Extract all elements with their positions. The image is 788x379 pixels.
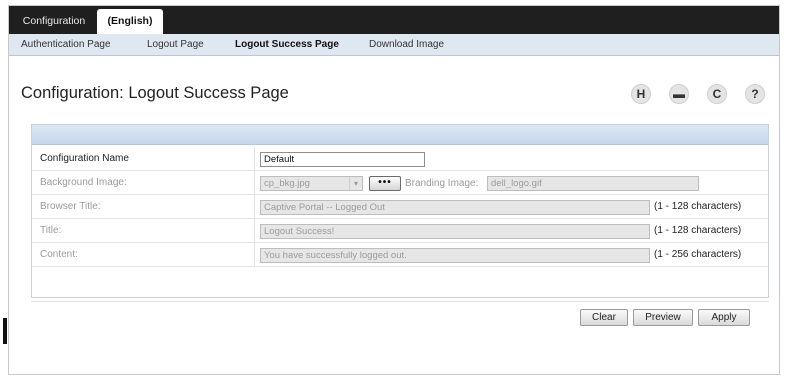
row-browser-title: Browser Title: Captive Portal -- Logged … <box>32 195 768 219</box>
tab-english[interactable]: (English) <box>97 9 163 34</box>
save-icon[interactable]: H <box>631 84 651 104</box>
background-image-label: Background Image: <box>40 177 127 188</box>
content-hint: (1 - 256 characters) <box>654 249 742 260</box>
page-title: Configuration: Logout Success Page <box>21 84 289 102</box>
row-background-image: Background Image: cp_bkg.jpg ▾ ••• Brand… <box>32 171 768 195</box>
left-edge-marker <box>3 318 7 344</box>
column-divider <box>254 219 255 242</box>
browser-title-label: Browser Title: <box>40 201 101 212</box>
content-input[interactable]: You have successfully logged out. <box>260 248 650 263</box>
column-divider <box>254 171 255 194</box>
divider <box>31 301 769 302</box>
content-label: Content: <box>40 249 78 260</box>
refresh-icon[interactable]: C <box>707 84 727 104</box>
row-content: Content: You have successfully logged ou… <box>32 243 768 267</box>
column-divider <box>254 243 255 266</box>
top-tab-bar: Configuration (English) <box>9 6 779 34</box>
config-panel: Configuration Name Default Background Im… <box>31 124 769 298</box>
chevron-down-icon: ▾ <box>349 177 362 190</box>
browse-button[interactable]: ••• <box>369 176 401 191</box>
browser-title-hint: (1 - 128 characters) <box>654 201 742 212</box>
apply-button[interactable]: Apply <box>698 309 750 326</box>
column-divider <box>254 147 255 170</box>
app-frame: Configuration (English) Authentication P… <box>8 5 780 375</box>
row-title: Title: Logout Success! (1 - 128 characte… <box>32 219 768 243</box>
background-image-value: cp_bkg.jpg <box>264 178 310 189</box>
column-divider <box>254 195 255 218</box>
subnav-logout-page[interactable]: Logout Page <box>147 34 204 56</box>
subnav-authentication-page[interactable]: Authentication Page <box>21 34 111 56</box>
config-name-label: Configuration Name <box>40 153 129 164</box>
print-icon[interactable]: ▬ <box>669 84 689 104</box>
title-input[interactable]: Logout Success! <box>260 224 650 239</box>
help-icon[interactable]: ? <box>745 84 765 104</box>
panel-header <box>32 125 768 145</box>
tab-configuration[interactable]: Configuration <box>13 9 95 34</box>
row-configuration-name: Configuration Name Default <box>32 147 768 171</box>
subnav-download-image[interactable]: Download Image <box>369 34 444 56</box>
branding-image-input[interactable]: dell_logo.gif <box>487 176 699 191</box>
title-label: Title: <box>40 225 62 236</box>
subnav-logout-success-page[interactable]: Logout Success Page <box>235 34 339 56</box>
preview-button[interactable]: Preview <box>633 309 693 326</box>
browser-title-input[interactable]: Captive Portal -- Logged Out <box>260 200 650 215</box>
branding-image-label: Branding Image: <box>405 178 479 189</box>
toolbar-icons: H ▬ C ? <box>631 84 771 106</box>
sub-navigation: Authentication Page Logout Page Logout S… <box>9 34 779 56</box>
background-image-select[interactable]: cp_bkg.jpg ▾ <box>260 176 363 191</box>
config-name-input[interactable]: Default <box>260 152 425 167</box>
clear-button[interactable]: Clear <box>580 309 628 326</box>
title-hint: (1 - 128 characters) <box>654 225 742 236</box>
